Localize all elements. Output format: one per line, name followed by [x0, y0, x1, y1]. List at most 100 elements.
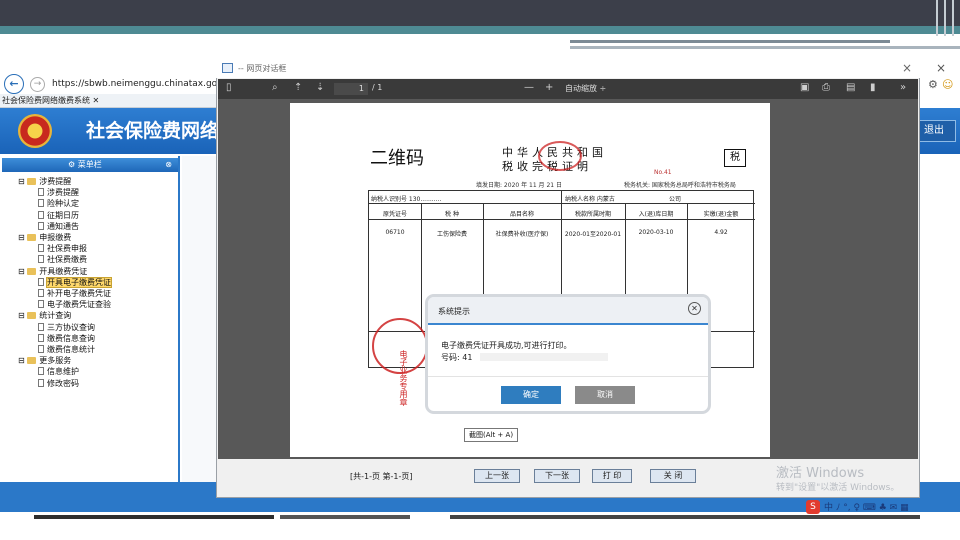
- page-total: / 1: [372, 83, 383, 92]
- menu-item[interactable]: 征期日历: [18, 210, 111, 221]
- next-page-icon[interactable]: ⇣: [316, 82, 324, 93]
- menu-item[interactable]: 补开电子缴费凭证: [18, 288, 111, 299]
- table-cell: 06710: [385, 229, 405, 236]
- screenshot-tooltip: 截图(Alt + A): [464, 428, 519, 442]
- menu-item[interactable]: 开具电子缴费凭证: [18, 276, 112, 288]
- next-button[interactable]: 下一张: [534, 469, 580, 483]
- tax-mark: 税: [724, 149, 746, 167]
- folder-icon: [27, 234, 37, 242]
- page-number-input[interactable]: 1: [334, 83, 368, 95]
- back-icon[interactable]: ←: [4, 74, 24, 94]
- menu-label: 社保费缴费: [47, 255, 87, 265]
- page-icon: [38, 367, 44, 376]
- zoom-in-icon[interactable]: +: [545, 82, 553, 93]
- outer-close-icon[interactable]: ×: [936, 61, 946, 75]
- settings-gear-icon[interactable]: ⚙: [928, 78, 938, 91]
- menu-item[interactable]: 缴费信息查询: [18, 333, 111, 344]
- smiley-icon[interactable]: ☺: [942, 78, 953, 91]
- ime-logo-icon[interactable]: S: [806, 500, 820, 514]
- collapse-toggle-icon[interactable]: ⊟: [18, 356, 27, 365]
- forward-icon[interactable]: →: [30, 77, 45, 92]
- prev-page-icon[interactable]: ⇡: [294, 82, 302, 93]
- find-icon[interactable]: ⌕: [272, 82, 278, 93]
- dialog-titlebar: [216, 60, 920, 78]
- menu-folder[interactable]: ⊟ 申报缴费: [18, 232, 111, 243]
- menu-item[interactable]: 信息维护: [18, 366, 111, 377]
- collapse-toggle-icon[interactable]: ⊟: [18, 267, 27, 276]
- collapse-toggle-icon[interactable]: ⊟: [18, 233, 27, 242]
- collapse-toggle-icon[interactable]: ⊟: [18, 177, 27, 186]
- taxpayer-name: 纳税人名称 内蒙古: [565, 196, 615, 203]
- menu-item[interactable]: 缴费信息统计: [18, 344, 111, 355]
- menu-item[interactable]: 涉费提醒: [18, 187, 111, 198]
- bookmark-icon[interactable]: ▮: [870, 82, 876, 93]
- cancel-button[interactable]: 取消: [575, 386, 635, 404]
- redacted-number: [480, 353, 608, 361]
- page-icon: [38, 333, 44, 342]
- menu-item[interactable]: 通知通告: [18, 221, 111, 232]
- menu-folder[interactable]: ⊟ 涉费提醒: [18, 176, 111, 187]
- tab-close-icon[interactable]: ✕: [93, 96, 100, 105]
- fill-date: 填发日期: 2020 年 11 月 21 日: [476, 182, 563, 189]
- page-icon: [38, 345, 44, 354]
- slide-bottom-line: [450, 515, 920, 519]
- modal-header: [428, 297, 708, 325]
- print-button[interactable]: 打 印: [592, 469, 632, 483]
- zoom-select[interactable]: 自动缩放 ÷: [565, 83, 606, 94]
- menu-label: 险种认定: [47, 199, 79, 209]
- national-emblem-icon: [18, 114, 52, 148]
- print-icon[interactable]: ⎙: [822, 82, 830, 93]
- menu-folder[interactable]: ⊟ 开具缴费凭证: [18, 266, 111, 277]
- modal-number: 号码: 41: [441, 353, 473, 362]
- url-field[interactable]: https://sbwb.neimenggu.chinatax.gov: [52, 79, 223, 89]
- prev-button[interactable]: 上一张: [474, 469, 520, 483]
- menu-label: 征期日历: [47, 210, 79, 220]
- menu-item[interactable]: 三方协议查询: [18, 322, 111, 333]
- menu-label: 更多服务: [39, 356, 72, 366]
- modal-divider: [428, 376, 708, 377]
- sidebar-toggle-icon[interactable]: ▯: [226, 82, 232, 93]
- collapse-toggle-icon[interactable]: ⊟: [18, 311, 27, 320]
- modal-title: 系统提示: [438, 307, 470, 316]
- table-cell: 工伤保险费: [436, 231, 467, 238]
- table-header: 原凭证号: [382, 211, 407, 218]
- windows-activation-hint: 转到"设置"以激活 Windows。: [776, 483, 900, 493]
- folder-icon: [27, 312, 37, 320]
- taxpayer-id: 纳税人识别号 130...........: [371, 196, 442, 203]
- browser-tab[interactable]: 社会保险费网络缴费系统 ✕: [2, 94, 99, 108]
- menu-label: 缴费信息查询: [47, 333, 95, 343]
- page-icon: [38, 199, 44, 208]
- browser-settings-icons[interactable]: ⚙ ☺: [920, 74, 960, 108]
- taxpayer-company: 公司: [669, 196, 682, 203]
- slide-top-bar: [0, 0, 960, 26]
- presentation-icon[interactable]: ▣: [800, 82, 809, 93]
- menu-label: 统计查询: [39, 311, 72, 321]
- menu-label: 涉费提醒: [39, 177, 72, 186]
- more-tools-icon[interactable]: »: [900, 82, 906, 93]
- confirm-button[interactable]: 确定: [501, 386, 561, 404]
- menu-folder[interactable]: ⊟ 更多服务: [18, 355, 111, 366]
- menu-item[interactable]: 修改密码: [18, 378, 111, 389]
- dialog-close-icon[interactable]: ×: [902, 61, 912, 75]
- table-header: 税 种: [445, 211, 459, 218]
- sidebar-header: ⚙ 菜单栏 ⊗: [2, 158, 178, 172]
- menu-label: 开具电子缴费凭证: [46, 276, 112, 288]
- menu-item[interactable]: 电子缴费凭证查验: [18, 299, 111, 310]
- zoom-out-icon[interactable]: —: [524, 82, 534, 93]
- menu-item[interactable]: 社保费申报: [18, 243, 111, 254]
- modal-message: 电子缴费凭证开具成功,可进行打印。: [441, 341, 572, 350]
- download-icon[interactable]: ▤: [846, 82, 855, 93]
- page-icon: [222, 63, 233, 73]
- close-button[interactable]: 关 闭: [650, 469, 696, 483]
- sidebar-collapse-icon[interactable]: ⊗: [165, 158, 172, 172]
- menu-item[interactable]: 社保费缴费: [18, 254, 111, 265]
- table-header: 品目名称: [509, 211, 534, 218]
- modal-close-icon[interactable]: ✕: [688, 302, 701, 315]
- menu-label: 信息维护: [47, 367, 79, 377]
- page-icon: [38, 378, 44, 387]
- menu-folder[interactable]: ⊟ 统计查询: [18, 310, 111, 321]
- slide-decor-line: [570, 46, 960, 49]
- ime-toolbar[interactable]: 中 ﾉ °, ♀ ⌨ ♣ ✉ ▦: [824, 500, 909, 514]
- menu-item[interactable]: 险种认定: [18, 198, 111, 209]
- menu-tree: ⊟ 涉费提醒 涉费提醒 险种认定 征期日历 通知通告 ⊟ 申报缴费 社保费申报 社保费缴费 ⊟ …: [18, 176, 112, 389]
